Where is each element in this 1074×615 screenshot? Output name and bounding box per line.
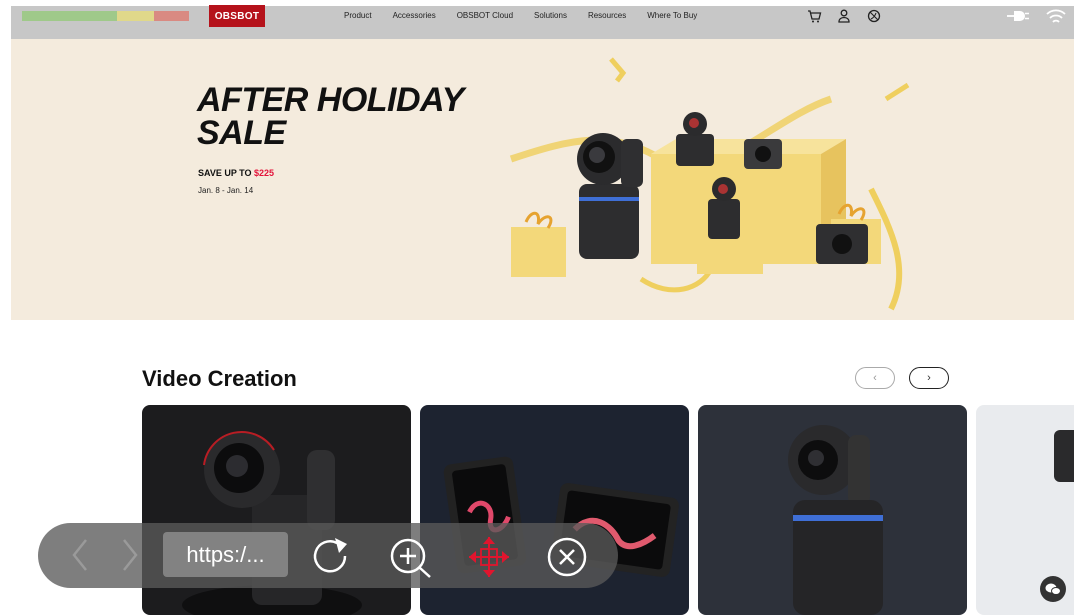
system-tray [1005,7,1067,27]
nav-accessories[interactable]: Accessories [393,11,436,20]
nav-obsbot-cloud[interactable]: OBSBOT Cloud [457,11,513,20]
chat-icon [1045,583,1061,595]
nav-solutions[interactable]: Solutions [534,11,567,20]
back-icon[interactable] [68,536,92,574]
url-bar[interactable]: https:/... [163,532,288,577]
globe-icon[interactable] [866,8,882,24]
zoom-in-icon[interactable] [388,536,434,578]
hero-title: AFTER HOLIDAY SALE [197,81,464,152]
chat-button[interactable] [1040,576,1066,602]
hero-title-line1: AFTER HOLIDAY [197,81,464,119]
carousel-prev-button[interactable]: ‹ [855,367,895,389]
plug-icon [1007,11,1029,21]
color-meter [22,11,189,21]
savings-amount: $225 [254,168,275,178]
nav-product[interactable]: Product [344,11,372,20]
carousel-next-button[interactable]: › [909,367,949,389]
hero-title-line2: SALE [197,114,286,152]
nav-resources[interactable]: Resources [588,11,626,20]
hero-savings: SAVE UP TO $225 [198,168,274,178]
ptz-camera-image [788,425,883,615]
main-nav: Product Accessories OBSBOT Cloud Solutio… [344,11,697,20]
hero-dates: Jan. 8 - Jan. 14 [198,186,254,195]
section-title: Video Creation [142,366,297,391]
nav-where-to-buy[interactable]: Where To Buy [647,11,697,20]
forward-icon[interactable] [118,536,142,574]
user-icon[interactable] [836,8,852,24]
close-icon[interactable] [546,536,588,578]
product-card[interactable] [698,405,967,615]
wifi-icon [1046,9,1066,23]
obsbot-logo[interactable]: OBSBOT [209,5,265,27]
reload-icon[interactable] [309,535,353,577]
hero-banner[interactable] [11,39,1074,320]
move-icon[interactable] [467,535,511,579]
cart-icon[interactable] [806,8,822,24]
nav-icons [806,8,882,24]
hero-product-illustration [509,57,910,311]
savings-text: SAVE UP TO [198,168,255,178]
